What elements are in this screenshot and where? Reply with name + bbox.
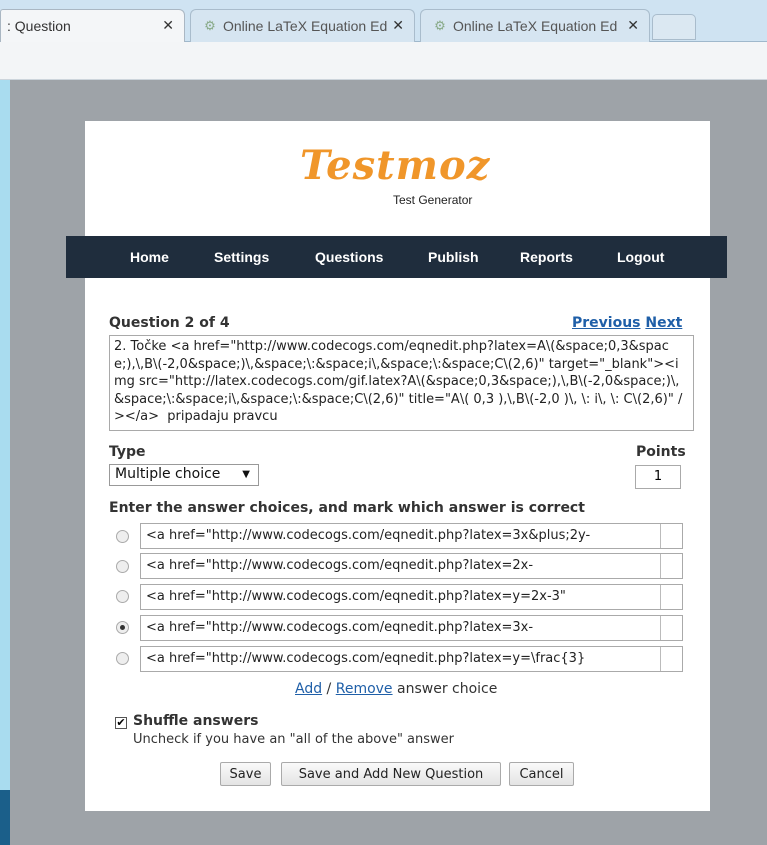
question-heading: Question 2 of 4: [109, 315, 230, 331]
tab-label: Online LaTeX Equation Ed: [223, 18, 388, 34]
close-icon[interactable]: ✕: [627, 17, 639, 34]
previous-link[interactable]: Previous: [572, 315, 641, 331]
resize-grip-icon[interactable]: [660, 554, 682, 578]
nav-publish[interactable]: Publish: [428, 249, 479, 265]
close-icon[interactable]: ✕: [392, 17, 404, 34]
gear-icon: ⚙: [204, 18, 216, 33]
shuffle-label: Shuffle answers: [133, 713, 259, 729]
remove-answer-link[interactable]: Remove: [336, 681, 393, 697]
answer-radio-5[interactable]: [116, 652, 129, 665]
new-tab-button[interactable]: [652, 14, 696, 40]
cancel-button[interactable]: Cancel: [509, 762, 574, 786]
address-bar[interactable]: [0, 42, 767, 80]
dropdown-arrow-icon: ▼: [242, 469, 250, 480]
answer-input-5[interactable]: <a href="http://www.codecogs.com/eqnedit…: [140, 646, 683, 672]
save-add-question-button[interactable]: Save and Add New Question: [281, 762, 501, 786]
next-link[interactable]: Next: [645, 315, 682, 331]
type-label: Type: [109, 444, 146, 460]
shuffle-hint: Uncheck if you have an "all of the above…: [133, 732, 455, 747]
answer-text: <a href="http://www.codecogs.com/eqnedit…: [146, 651, 586, 666]
points-label: Points: [636, 444, 686, 460]
points-input[interactable]: 1: [635, 465, 681, 489]
answer-input-3[interactable]: <a href="http://www.codecogs.com/eqnedit…: [140, 584, 683, 610]
logo[interactable]: Testmoz: [300, 142, 490, 189]
nav-home[interactable]: Home: [130, 249, 169, 265]
answer-radio-2[interactable]: [116, 560, 129, 573]
save-button[interactable]: Save: [220, 762, 271, 786]
answer-text: <a href="http://www.codecogs.com/eqnedit…: [146, 589, 566, 604]
question-pagination: Previous Next: [572, 315, 682, 331]
separator: /: [322, 681, 336, 697]
resize-grip-icon[interactable]: [660, 524, 682, 548]
add-answer-link[interactable]: Add: [295, 681, 322, 697]
browser-tab-question[interactable]: : Question ✕: [0, 9, 185, 42]
answer-text: <a href="http://www.codecogs.com/eqnedit…: [146, 620, 534, 635]
browser-tab-latex-2[interactable]: ⚙ Online LaTeX Equation Ed ✕: [420, 9, 650, 42]
left-decorative-strip: [0, 0, 10, 845]
answer-radio-1[interactable]: [116, 530, 129, 543]
answer-choice-suffix: answer choice: [392, 681, 498, 697]
add-remove-answer: Add / Remove answer choice: [295, 681, 497, 697]
nav-questions[interactable]: Questions: [315, 249, 383, 265]
resize-grip-icon[interactable]: [660, 585, 682, 609]
nav-logout[interactable]: Logout: [617, 249, 664, 265]
question-type-select[interactable]: Multiple choice ▼: [109, 464, 259, 486]
tab-label: : Question: [7, 18, 71, 34]
tab-label: Online LaTeX Equation Ed: [453, 18, 618, 34]
main-nav: Home Settings Questions Publish Reports …: [66, 236, 727, 278]
browser-tab-latex-1[interactable]: ⚙ Online LaTeX Equation Ed ✕: [190, 9, 415, 42]
answer-input-1[interactable]: <a href="http://www.codecogs.com/eqnedit…: [140, 523, 683, 549]
answers-heading: Enter the answer choices, and mark which…: [109, 500, 585, 516]
logo-subtitle: Test Generator: [393, 193, 473, 207]
answer-radio-3[interactable]: [116, 590, 129, 603]
close-icon[interactable]: ✕: [162, 17, 174, 34]
answer-text: <a href="http://www.codecogs.com/eqnedit…: [146, 528, 591, 543]
type-selected-value: Multiple choice: [115, 466, 221, 482]
browser-tab-bar: : Question ✕ ⚙ Online LaTeX Equation Ed …: [0, 0, 767, 42]
answer-input-2[interactable]: <a href="http://www.codecogs.com/eqnedit…: [140, 553, 683, 579]
question-text-area[interactable]: 2. Točke <a href="http://www.codecogs.co…: [109, 335, 694, 431]
answer-radio-4[interactable]: [116, 621, 129, 634]
resize-grip-icon[interactable]: [660, 616, 682, 640]
answer-text: <a href="http://www.codecogs.com/eqnedit…: [146, 558, 534, 573]
nav-reports[interactable]: Reports: [520, 249, 573, 265]
resize-grip-icon[interactable]: [660, 647, 682, 671]
shuffle-checkbox[interactable]: ✔: [115, 717, 127, 729]
answer-input-4[interactable]: <a href="http://www.codecogs.com/eqnedit…: [140, 615, 683, 641]
nav-settings[interactable]: Settings: [214, 249, 269, 265]
left-decorative-corner: [0, 790, 10, 845]
gear-icon: ⚙: [434, 18, 446, 33]
